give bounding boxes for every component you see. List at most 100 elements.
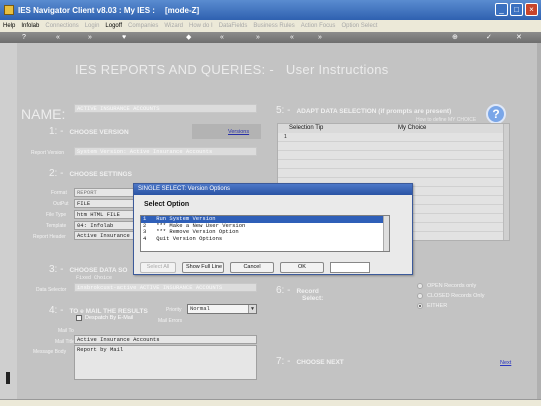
report-version-field[interactable]: System Version: Active Insurance Account… bbox=[74, 147, 257, 156]
radio-closed-records[interactable]: CLOSED Records Only bbox=[417, 293, 484, 299]
radio-dot-selected[interactable] bbox=[417, 303, 423, 309]
priority-select[interactable]: Normal ▼ bbox=[187, 304, 257, 314]
mail-title-field[interactable]: Active Insurance Accounts bbox=[74, 335, 257, 344]
template-field[interactable]: 04: Infolab bbox=[74, 221, 136, 230]
menu-item-business-rules: Business Rules bbox=[253, 23, 295, 29]
mail-title-label: Mail Title bbox=[55, 339, 75, 345]
step5-number: 5: - bbox=[276, 105, 291, 116]
step5-title: ADAPT DATA SELECTION (if prompts are pre… bbox=[296, 108, 452, 115]
data-selector-field[interactable]: insbrokcust-active ACTIVE INSURANCE ACCO… bbox=[74, 283, 257, 292]
step2-heading: 2: - CHOOSE SETTINGS bbox=[49, 168, 132, 179]
dialog-heading: Select Option bbox=[144, 201, 190, 208]
step3-heading: 3: - CHOOSE DATA SO bbox=[49, 264, 127, 275]
mail-errors-label: Mail Errors bbox=[158, 318, 183, 324]
step1-heading: 1: - CHOOSE VERSION bbox=[49, 126, 129, 137]
step3-sub: Fixed Choice bbox=[76, 275, 113, 281]
grid-row[interactable] bbox=[278, 161, 504, 169]
filetype-field[interactable]: htm HTML FILE bbox=[74, 210, 136, 219]
radio-dot[interactable] bbox=[417, 283, 423, 289]
maximize-button[interactable]: □ bbox=[510, 3, 523, 16]
menu-bar: Help Infolab Connections Login Logoff Compani… bbox=[0, 20, 541, 32]
radio-open-records[interactable]: OPEN Records only bbox=[417, 283, 476, 289]
toolbar-icon-2[interactable]: » bbox=[88, 32, 92, 43]
menu-item-help[interactable]: Help bbox=[3, 23, 15, 29]
minimize-button[interactable]: _ bbox=[495, 3, 508, 16]
radio-either[interactable]: EITHER bbox=[417, 303, 447, 309]
toolbar-icon-6[interactable]: » bbox=[256, 32, 260, 43]
status-bar bbox=[0, 399, 541, 406]
step1-number: 1: - bbox=[49, 126, 64, 137]
grid-row[interactable]: 1 bbox=[278, 134, 504, 142]
toolbar-icon-4[interactable]: ◆ bbox=[186, 32, 191, 43]
page-heading: IES REPORTS AND QUERIES: - User Instruct… bbox=[75, 62, 389, 77]
chevron-down-icon[interactable]: ▼ bbox=[248, 305, 256, 313]
output-field[interactable]: FILE bbox=[74, 199, 136, 208]
close-button[interactable]: × bbox=[525, 3, 538, 16]
toolbar-icon-0[interactable]: ? bbox=[22, 32, 26, 43]
priority-value: Normal bbox=[190, 305, 210, 312]
checkbox-box[interactable] bbox=[76, 315, 82, 321]
mail-to-label: Mail To bbox=[58, 328, 74, 334]
ok-button[interactable]: OK bbox=[280, 262, 324, 273]
toolbar-icon-11[interactable]: ✕ bbox=[516, 32, 522, 43]
page-heading-subtitle: User Instructions bbox=[285, 62, 389, 77]
menu-item-connections: Connections bbox=[45, 23, 79, 29]
toolbar-icon-5[interactable]: « bbox=[220, 32, 224, 43]
app-window: IES Navigator Client v8.03 : My IES : [m… bbox=[0, 0, 541, 406]
help-icon[interactable]: ? bbox=[486, 104, 506, 124]
format-field[interactable]: REPORT bbox=[74, 188, 136, 197]
report-version-label: Report Version bbox=[31, 150, 65, 156]
version-options-dialog: SINGLE SELECT: Version Options Select Op… bbox=[133, 183, 413, 275]
row-number: 1 bbox=[284, 134, 287, 140]
dialog-input-box[interactable] bbox=[330, 262, 370, 273]
dialog-button-row: Select All Show Full Line Cancel OK bbox=[140, 262, 370, 273]
menu-item-wizard: Wizard bbox=[164, 23, 184, 29]
step2-number: 2: - bbox=[49, 168, 64, 179]
toolbar-icon-1[interactable]: « bbox=[56, 32, 60, 43]
next-link[interactable]: Next bbox=[500, 360, 511, 366]
step7-number: 7: - bbox=[276, 356, 291, 367]
dialog-option[interactable]: 4 Quit Version Options bbox=[141, 235, 389, 243]
grid-row[interactable] bbox=[278, 143, 504, 151]
despatch-checkbox[interactable]: Despatch By E-Mail bbox=[76, 315, 133, 321]
show-full-line-button[interactable]: Show Full Line bbox=[182, 262, 224, 273]
grid-row[interactable] bbox=[278, 170, 504, 178]
toolbar-icon-7[interactable]: « bbox=[290, 32, 294, 43]
vertical-scrollbar[interactable] bbox=[537, 43, 541, 399]
window-title: IES Navigator Client v8.03 : My IES : bbox=[18, 5, 155, 15]
toolbar-icon-8[interactable]: » bbox=[318, 32, 322, 43]
report-header-field[interactable]: Active Insurance bbox=[74, 231, 136, 240]
cancel-button[interactable]: Cancel bbox=[230, 262, 274, 273]
data-selector-label: Data Selector bbox=[36, 287, 67, 293]
dialog-list-scrollbar[interactable] bbox=[383, 216, 389, 251]
title-bar: IES Navigator Client v8.03 : My IES : [m… bbox=[0, 0, 541, 20]
versions-link[interactable]: Versions bbox=[228, 129, 249, 135]
radio-dot[interactable] bbox=[417, 293, 423, 299]
message-body-field[interactable]: Report by Mail bbox=[74, 345, 257, 380]
step3-number: 3: - bbox=[49, 264, 64, 275]
toolbar-icon-9[interactable]: ⊕ bbox=[452, 32, 458, 43]
select-all-button[interactable]: Select All bbox=[140, 262, 176, 273]
name-field[interactable]: ACTIVE INSURANCE ACCOUNTS bbox=[74, 104, 257, 113]
app-icon bbox=[4, 5, 14, 15]
format-label: Format bbox=[51, 190, 67, 196]
step4-number: 4: - bbox=[49, 305, 64, 316]
dialog-option-list: 1 Run System Version 2 *** Make a New Us… bbox=[140, 215, 390, 252]
menu-item-infolab[interactable]: Infolab bbox=[21, 23, 39, 29]
grid-scrollbar[interactable] bbox=[503, 124, 509, 240]
step2-title: CHOOSE SETTINGS bbox=[69, 171, 132, 178]
menu-item-logoff[interactable]: Logoff bbox=[105, 23, 122, 29]
menu-item-datafields: DataFields bbox=[218, 23, 248, 29]
side-handle-icon[interactable] bbox=[6, 372, 10, 384]
toolbar-icon-10[interactable]: ✓ bbox=[486, 32, 492, 43]
col-my-choice: My Choice bbox=[398, 125, 427, 131]
toolbar: ? « » ♥ ◆ « » « » ⊕ ✓ ✕ bbox=[0, 32, 541, 43]
name-label: NAME: bbox=[21, 106, 66, 122]
radio-open-label: OPEN Records only bbox=[427, 283, 477, 289]
message-body-label: Message Body bbox=[33, 349, 67, 355]
step6-title: Record bbox=[296, 288, 319, 295]
step4-title: TO e MAIL THE RESULTS bbox=[69, 308, 148, 315]
menu-item-how-do-i: How do I bbox=[189, 23, 213, 29]
toolbar-icon-3[interactable]: ♥ bbox=[122, 32, 126, 43]
grid-row[interactable] bbox=[278, 152, 504, 160]
